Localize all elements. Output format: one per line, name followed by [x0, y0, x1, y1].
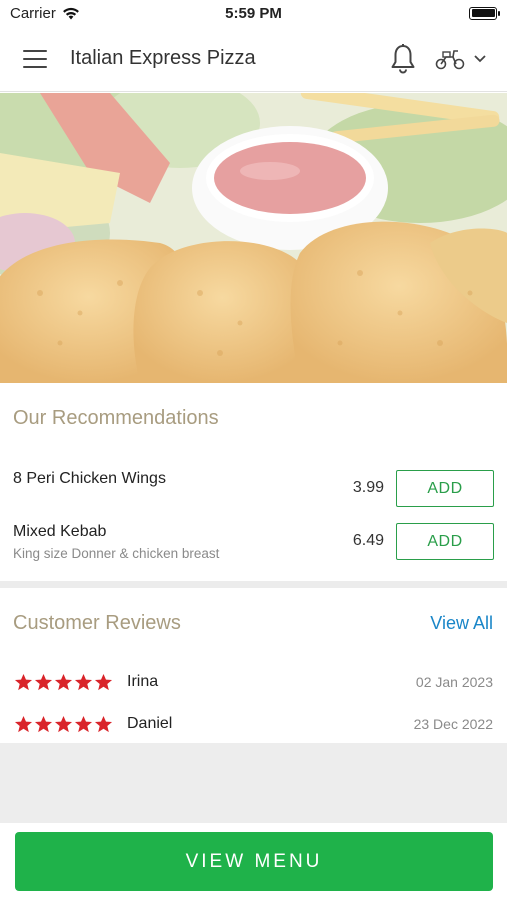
section-divider	[0, 581, 507, 588]
view-all-link[interactable]: View All	[430, 613, 493, 634]
reviewer-name: Irina	[127, 673, 159, 690]
status-left: Carrier	[10, 5, 80, 22]
star-icon	[34, 715, 53, 732]
wifi-icon	[62, 7, 79, 19]
item-name: Mixed Kebab	[13, 523, 107, 540]
recommendations-title: Our Recommendations	[13, 407, 219, 429]
star-icon	[54, 715, 73, 732]
page-title: Italian Express Pizza	[70, 47, 256, 69]
review-row: Irina 02 Jan 2023	[14, 670, 493, 694]
menu-icon[interactable]	[23, 49, 47, 68]
recommendation-item: Mixed Kebab King size Donner & chicken b…	[13, 523, 494, 563]
review-date: 23 Dec 2022	[413, 716, 493, 732]
star-icon	[14, 715, 33, 732]
item-description: King size Donner & chicken breast	[13, 546, 220, 561]
review-date: 02 Jan 2023	[415, 674, 493, 690]
recommendation-item: 8 Peri Chicken Wings 3.99 ADD	[13, 470, 494, 510]
chevron-down-icon[interactable]	[473, 54, 487, 64]
status-bar: Carrier 5:59 PM	[0, 0, 507, 26]
view-menu-button[interactable]: VIEW MENU	[15, 832, 493, 891]
star-rating	[14, 673, 113, 692]
review-row: Daniel 23 Dec 2022	[14, 712, 493, 736]
scooter-icon[interactable]	[435, 47, 465, 71]
star-icon	[74, 673, 93, 690]
empty-area	[0, 743, 507, 823]
star-icon	[94, 673, 113, 690]
reviewer-name: Daniel	[127, 715, 173, 732]
star-icon	[74, 715, 93, 732]
star-rating	[14, 715, 113, 734]
reviews-title: Customer Reviews	[13, 612, 181, 634]
item-price: 3.99	[352, 479, 384, 496]
recommendations-section: Our Recommendations 8 Peri Chicken Wings…	[0, 383, 507, 581]
add-button[interactable]: ADD	[396, 470, 494, 507]
carrier-label: Carrier	[10, 4, 56, 22]
item-name: 8 Peri Chicken Wings	[13, 470, 166, 487]
item-price: 6.49	[352, 532, 384, 549]
add-button[interactable]: ADD	[396, 523, 494, 560]
app-header: Italian Express Pizza	[0, 26, 507, 92]
star-icon	[14, 673, 33, 690]
footer: VIEW MENU	[0, 823, 507, 900]
reviews-section: Customer Reviews View All Irina 02 Jan 2…	[0, 588, 507, 743]
star-icon	[34, 673, 53, 690]
star-icon	[94, 715, 113, 732]
star-icon	[54, 673, 73, 690]
bell-icon[interactable]	[389, 43, 417, 75]
hero-image	[0, 93, 507, 383]
battery-icon	[469, 6, 500, 20]
